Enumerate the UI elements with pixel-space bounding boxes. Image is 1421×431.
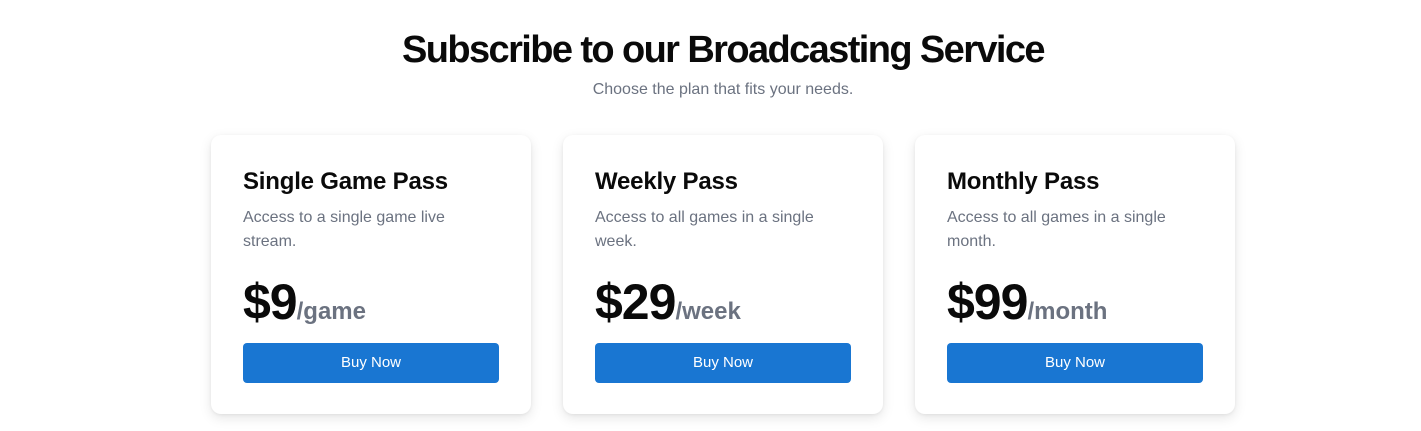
plan-title: Monthly Pass [947, 168, 1100, 195]
price-period: /week [675, 298, 741, 325]
plan-description: Access to a single game live stream. [243, 209, 445, 250]
price-period: /month [1027, 298, 1108, 325]
price-amount: $99 [947, 274, 1028, 330]
plan-card-weekly: Weekly Pass Access to all games in a sin… [563, 135, 883, 414]
plan-card-single-game: Single Game Pass Access to a single game… [211, 135, 531, 414]
plan-description: Access to all games in a single week. [595, 209, 814, 250]
plan-price: $9/game [243, 274, 366, 343]
page-title: Subscribe to our Broadcasting Service [402, 29, 1045, 71]
buy-now-button[interactable]: Buy Now [243, 343, 499, 383]
page-subtitle: Choose the plan that fits your needs. [592, 81, 854, 98]
price-amount: $9 [243, 274, 298, 330]
buy-now-button[interactable]: Buy Now [595, 343, 851, 383]
price-period: /game [296, 298, 366, 325]
plan-title: Weekly Pass [595, 168, 738, 195]
plan-description: Access to all games in a single month. [947, 209, 1166, 250]
price-amount: $29 [595, 274, 676, 330]
plan-card-monthly: Monthly Pass Access to all games in a si… [915, 135, 1235, 414]
plan-price: $99/month [947, 274, 1107, 343]
buy-now-button[interactable]: Buy Now [947, 343, 1203, 383]
plan-price: $29/week [595, 274, 741, 343]
pricing-page: Subscribe to our Broadcasting Service Ch… [0, 0, 1421, 431]
plan-title: Single Game Pass [243, 168, 448, 195]
